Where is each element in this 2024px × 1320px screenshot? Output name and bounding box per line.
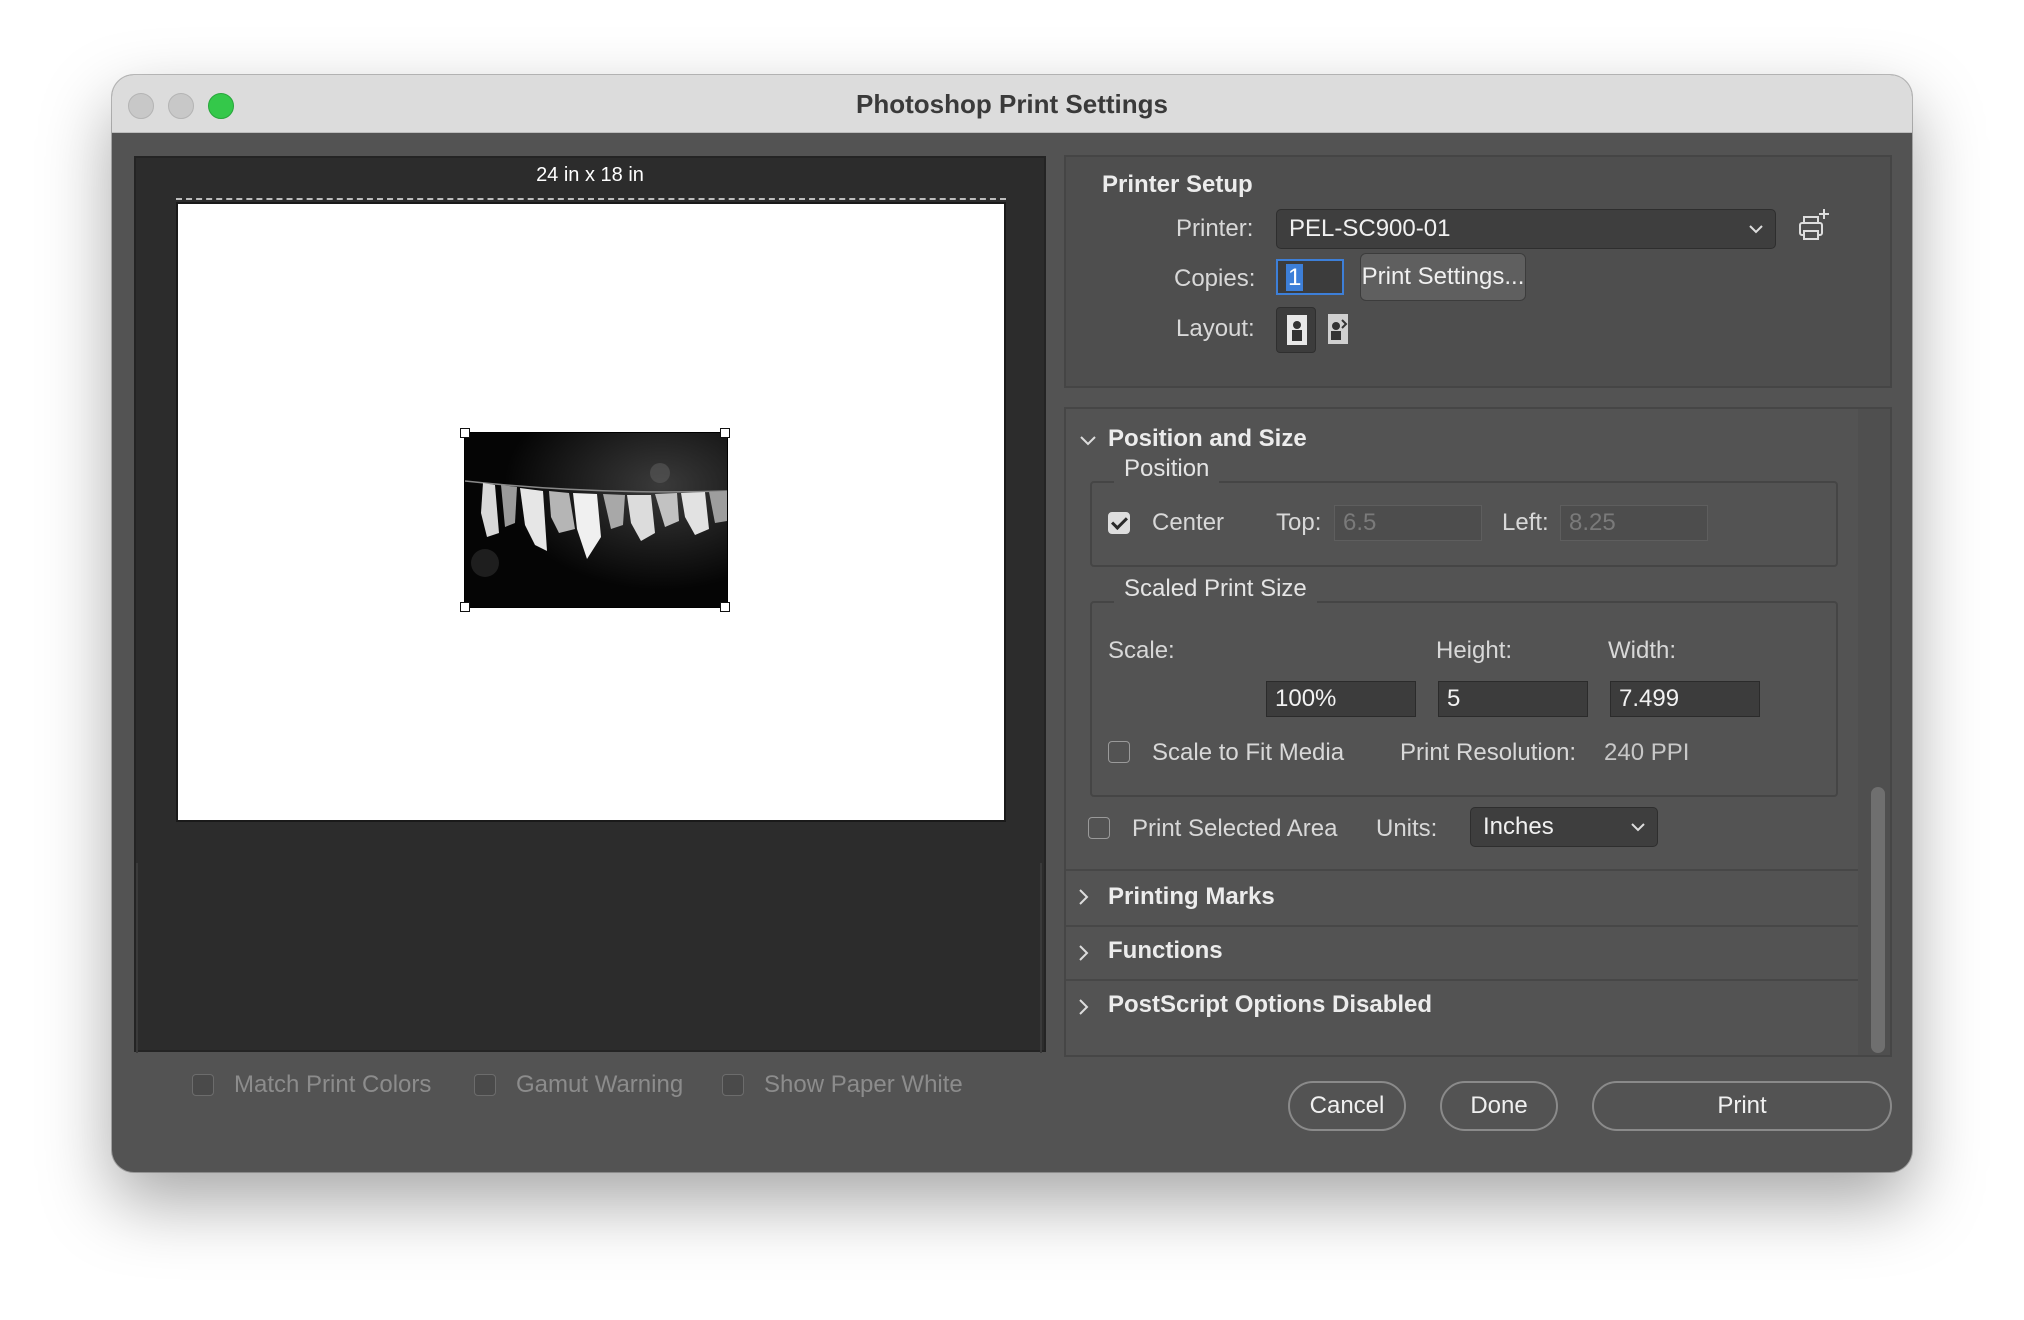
chevron-right-icon <box>1079 999 1089 1015</box>
gamut-warning-label: Gamut Warning <box>516 1071 684 1098</box>
preview-image[interactable] <box>464 432 728 608</box>
resize-handle-bottom-left[interactable] <box>460 602 470 612</box>
resize-handle-top-left[interactable] <box>460 428 470 438</box>
width-label: Width: <box>1608 637 1677 664</box>
gamut-warning-option[interactable]: Gamut Warning <box>474 1071 683 1099</box>
show-paper-white-checkbox[interactable] <box>722 1074 744 1096</box>
landscape-layout-button[interactable] <box>1318 307 1356 351</box>
printer-label: Printer: <box>1176 215 1254 242</box>
units-label: Units: <box>1376 815 1438 842</box>
top-value: 6.5 <box>1343 509 1377 536</box>
print-button[interactable]: Print <box>1592 1081 1892 1131</box>
cancel-button[interactable]: Cancel <box>1288 1081 1406 1131</box>
position-legend: Position <box>1114 455 1220 483</box>
printer-value: PEL-SC900-01 <box>1289 215 1451 242</box>
scale-input[interactable]: 100% <box>1266 681 1416 717</box>
height-value: 5 <box>1447 685 1461 712</box>
paper-sheet <box>176 202 1006 822</box>
printing-marks-title: Printing Marks <box>1108 883 1275 910</box>
width-value: 7.499 <box>1619 685 1680 712</box>
copies-value: 1 <box>1286 264 1304 291</box>
left-input[interactable]: 8.25 <box>1560 505 1708 541</box>
copies-input[interactable]: 1 <box>1276 259 1344 295</box>
print-resolution-label: Print Resolution: <box>1400 739 1577 766</box>
title-bar: Photoshop Print Settings <box>112 75 1912 133</box>
print-resolution-value: 240 PPI <box>1604 739 1690 766</box>
chevron-right-icon <box>1079 889 1089 905</box>
printer-setup-panel: Printer Setup Printer: PEL-SC900-01 Copi… <box>1064 155 1892 388</box>
done-button[interactable]: Done <box>1440 1081 1558 1131</box>
functions-title: Functions <box>1108 937 1223 964</box>
units-select[interactable]: Inches <box>1470 807 1658 847</box>
landscape-layout-icon <box>1328 314 1348 344</box>
paper-edge-dashes <box>176 198 1006 200</box>
center-checkbox[interactable] <box>1108 512 1130 534</box>
paper-size-label: 24 in x 18 in <box>536 164 644 186</box>
window-title: Photoshop Print Settings <box>856 89 1168 119</box>
print-selected-area-checkbox[interactable] <box>1088 817 1110 839</box>
position-and-size-title[interactable]: Position and Size <box>1108 425 1307 453</box>
show-paper-white-label: Show Paper White <box>764 1071 963 1098</box>
portrait-layout-icon <box>1287 315 1307 345</box>
resize-handle-top-right[interactable] <box>720 428 730 438</box>
center-label: Center <box>1152 509 1225 536</box>
resize-handle-bottom-right[interactable] <box>720 602 730 612</box>
height-label: Height: <box>1436 637 1513 664</box>
left-value: 8.25 <box>1569 509 1616 536</box>
scale-to-fit-checkbox[interactable] <box>1108 741 1130 763</box>
chevron-down-icon <box>1749 225 1763 234</box>
top-input[interactable]: 6.5 <box>1334 505 1482 541</box>
show-paper-white-option[interactable]: Show Paper White <box>722 1071 963 1099</box>
print-settings-window: Photoshop Print Settings 24 in x 18 in M… <box>112 75 1912 1172</box>
settings-scroll-panel[interactable]: Position and Size Position Center Top: 6… <box>1064 407 1892 1057</box>
postscript-section[interactable]: PostScript Options Disabled <box>1066 981 1858 1035</box>
units-value: Inches <box>1483 813 1554 840</box>
add-printer-icon[interactable] <box>1794 205 1834 245</box>
print-selected-area-label: Print Selected Area <box>1132 815 1338 842</box>
scaled-print-size-legend: Scaled Print Size <box>1114 575 1317 603</box>
chevron-down-icon <box>1631 823 1645 832</box>
scrollbar-thumb[interactable] <box>1871 787 1885 1053</box>
match-print-colors-label: Match Print Colors <box>234 1071 432 1098</box>
functions-section[interactable]: Functions <box>1066 927 1858 981</box>
top-label: Top: <box>1276 509 1322 536</box>
scale-label: Scale: <box>1108 637 1175 664</box>
preview-divider-left <box>136 863 138 1053</box>
height-input[interactable]: 5 <box>1438 681 1588 717</box>
chevron-right-icon <box>1079 945 1089 961</box>
chevron-down-icon[interactable] <box>1078 431 1098 451</box>
print-settings-button[interactable]: Print Settings... <box>1360 253 1526 301</box>
preview-divider-right <box>1040 863 1042 1053</box>
print-preview: 24 in x 18 in <box>134 156 1046 1053</box>
layout-label: Layout: <box>1176 315 1255 342</box>
copies-label: Copies: <box>1174 265 1256 292</box>
left-label: Left: <box>1502 509 1549 536</box>
match-print-colors-option[interactable]: Match Print Colors <box>192 1071 431 1099</box>
gamut-warning-checkbox[interactable] <box>474 1074 496 1096</box>
scale-to-fit-label: Scale to Fit Media <box>1152 739 1345 766</box>
match-print-colors-checkbox[interactable] <box>192 1074 214 1096</box>
portrait-layout-button[interactable] <box>1276 307 1316 353</box>
width-input[interactable]: 7.499 <box>1610 681 1760 717</box>
postscript-title: PostScript Options Disabled <box>1108 991 1433 1018</box>
clothesline-photo-icon <box>465 433 727 607</box>
printer-setup-title: Printer Setup <box>1102 171 1253 198</box>
printer-select[interactable]: PEL-SC900-01 <box>1276 209 1776 249</box>
scale-value: 100% <box>1275 685 1337 712</box>
printing-marks-section[interactable]: Printing Marks <box>1066 871 1858 925</box>
